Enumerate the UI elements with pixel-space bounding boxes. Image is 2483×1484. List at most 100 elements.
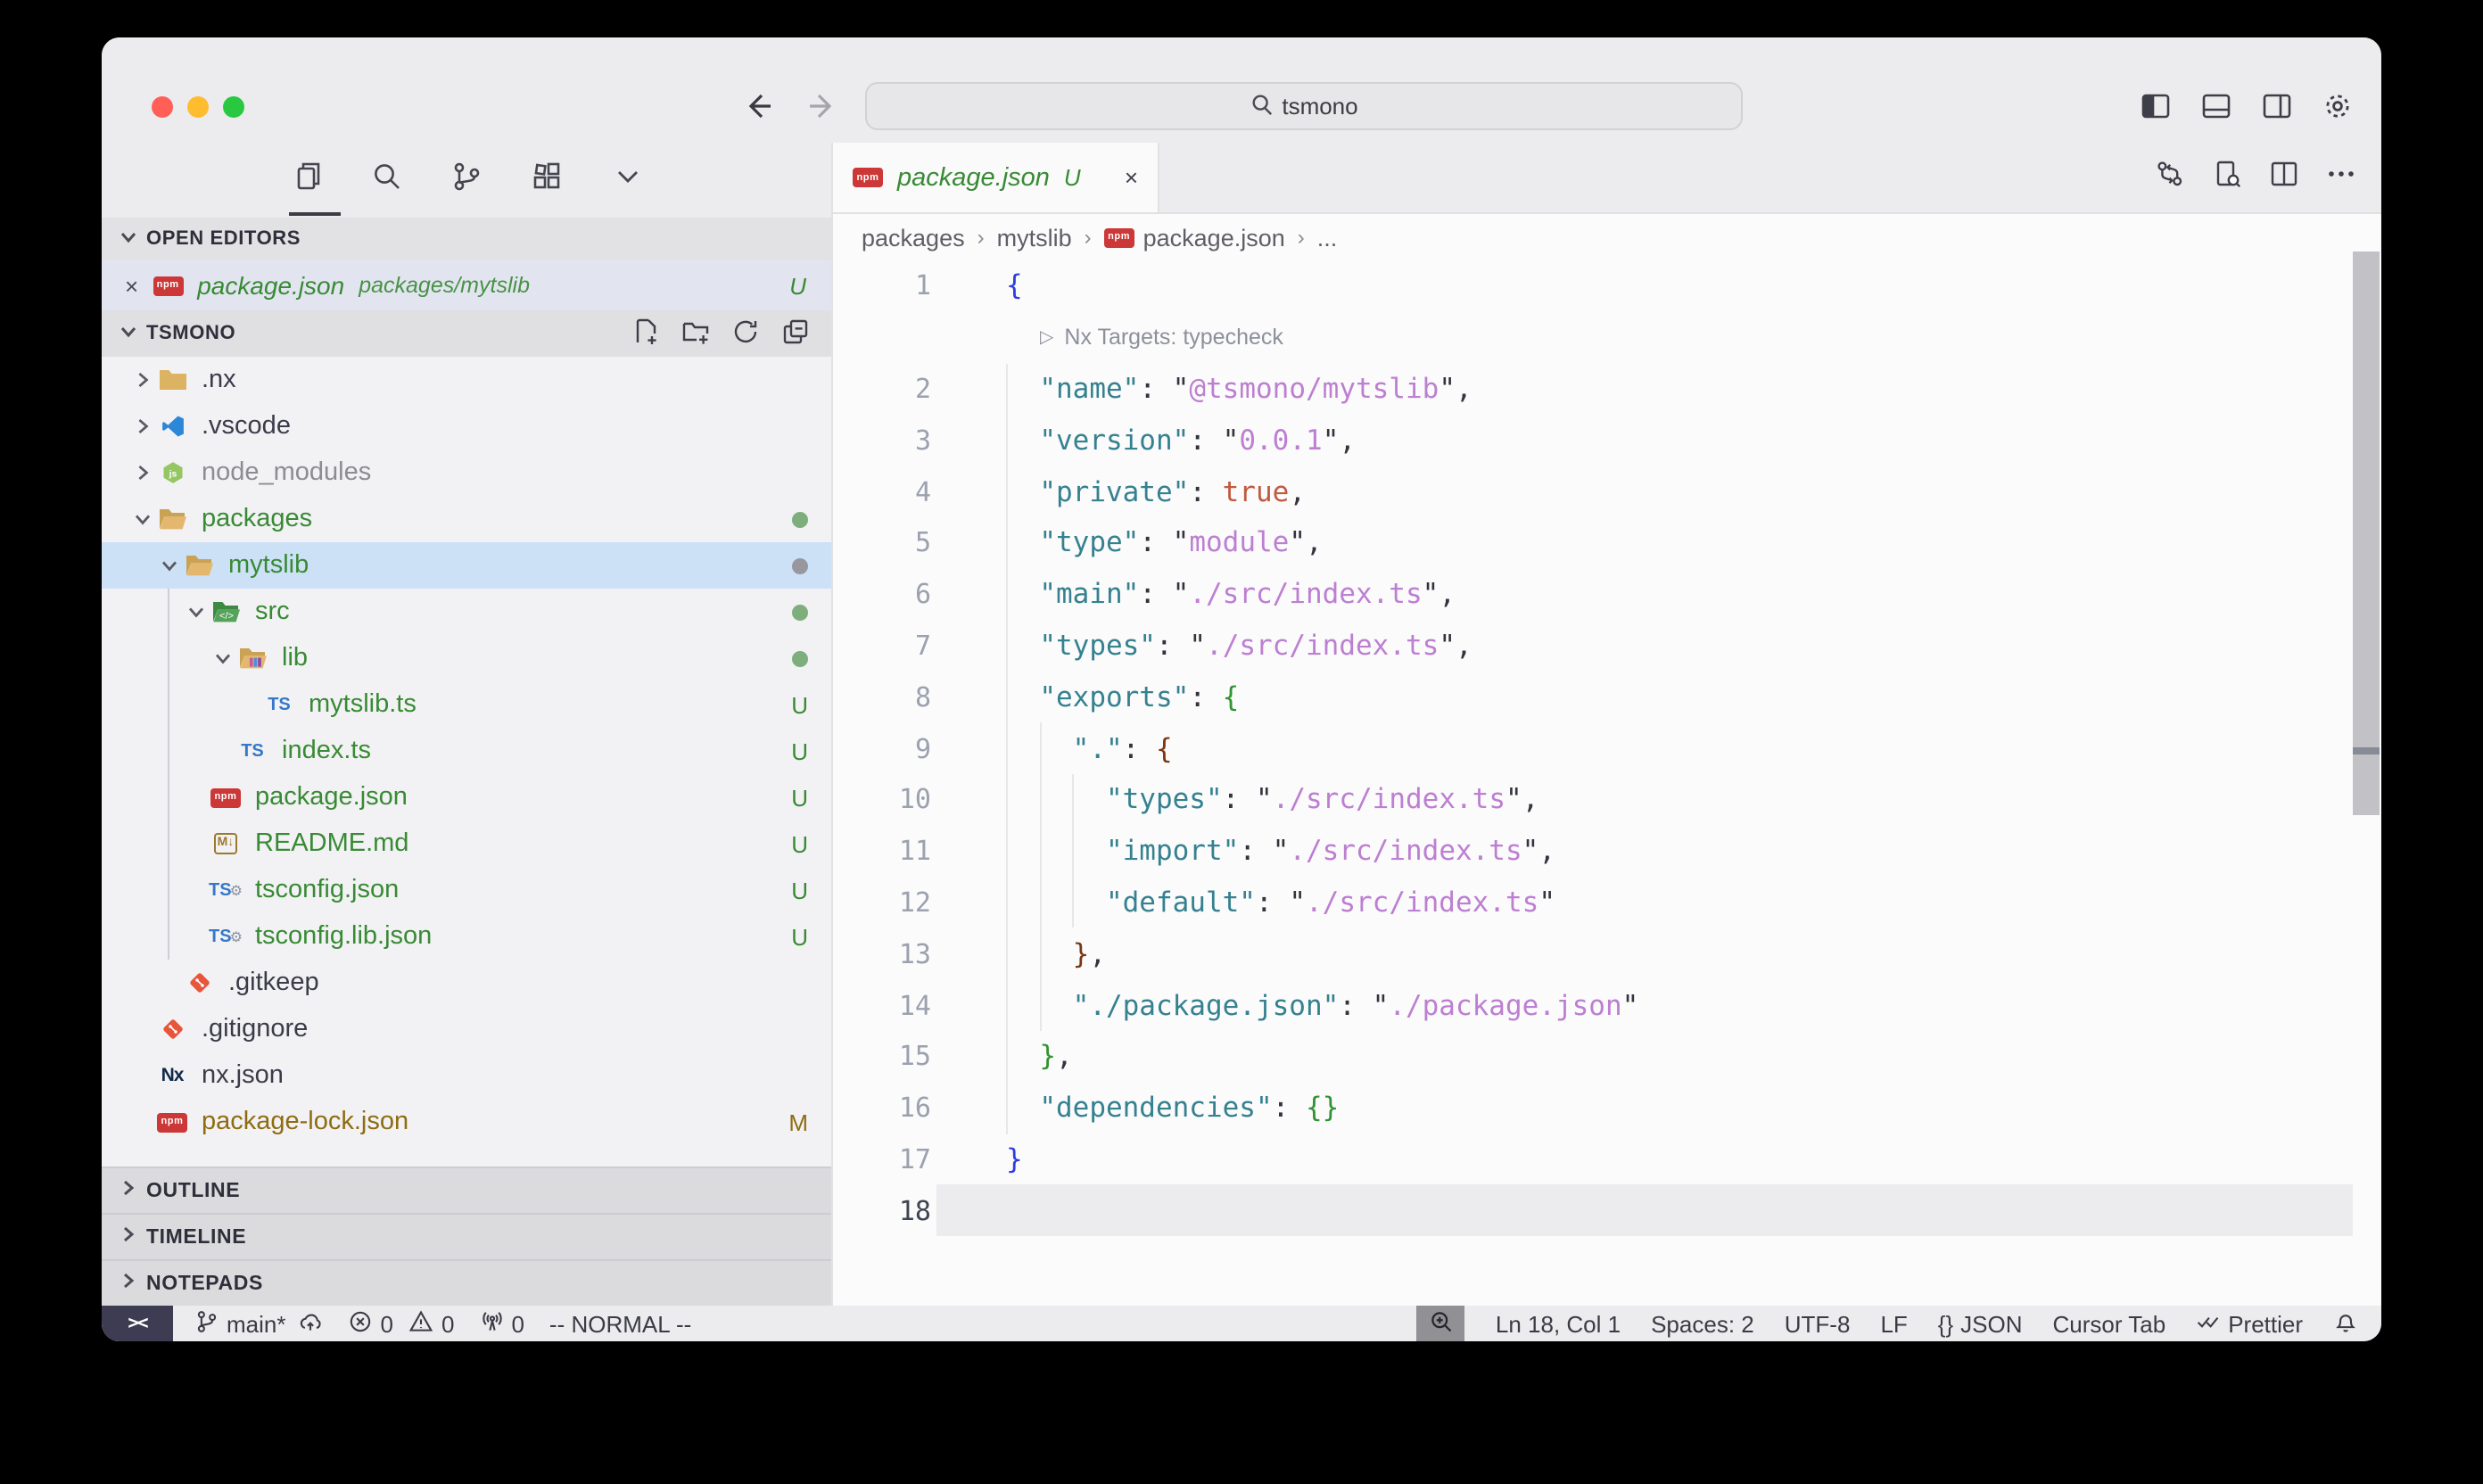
tree-item-node-modules[interactable]: jsnode_modules <box>102 449 831 496</box>
code-line-2[interactable]: 2 "name": "@tsmono/mytslib", <box>833 363 2381 415</box>
new-file-icon[interactable] <box>631 317 660 350</box>
close-window-button[interactable] <box>152 96 173 118</box>
code-line-3[interactable]: 3 "version": "0.0.1", <box>833 415 2381 466</box>
tree-item-src[interactable]: </>src <box>102 589 831 635</box>
notifications-bell-icon[interactable] <box>2333 1308 2358 1339</box>
zoom-window-button[interactable] <box>223 96 244 118</box>
branch-indicator[interactable]: main* <box>194 1308 324 1339</box>
open-editors-header[interactable]: OPEN EDITORS <box>102 218 831 260</box>
timeline-section-header[interactable]: TIMELINE <box>102 1213 831 1259</box>
tree-item-package-json[interactable]: npmpackage.jsonU <box>102 774 831 820</box>
code-text: ".": { <box>1006 732 1173 764</box>
explorer-section-header[interactable]: TSMONO <box>102 310 831 357</box>
line-number: 7 <box>833 630 931 662</box>
more-actions-icon[interactable] <box>2326 158 2356 197</box>
zoom-indicator[interactable] <box>1417 1306 1465 1341</box>
remote-indicator[interactable]: >< <box>102 1306 173 1341</box>
tab-package-json[interactable]: npm package.json U × <box>833 143 1159 212</box>
tree-item-packages[interactable]: packages <box>102 496 831 542</box>
search-view-icon[interactable] <box>371 160 403 201</box>
open-changes-icon[interactable] <box>2155 158 2185 197</box>
encoding-indicator[interactable]: UTF-8 <box>1785 1310 1851 1337</box>
editor-scrollbar[interactable] <box>2353 251 2380 815</box>
explorer-icon[interactable] <box>291 160 323 201</box>
indentation-indicator[interactable]: Spaces: 2 <box>1651 1310 1754 1337</box>
breadcrumb-item[interactable]: ... <box>1317 224 1338 251</box>
command-center-search[interactable]: tsmono <box>865 82 1743 130</box>
chevron-right-icon <box>130 417 155 435</box>
formatter-indicator[interactable]: Prettier <box>2196 1308 2303 1339</box>
tree-item-lib[interactable]: lib <box>102 635 831 681</box>
code-line-10[interactable]: 10 "types": "./src/index.ts", <box>833 774 2381 826</box>
markdown-icon: M↓ <box>209 833 243 854</box>
back-icon[interactable] <box>740 89 774 132</box>
code-line-14[interactable]: 14 "./package.json": "./package.json" <box>833 979 2381 1031</box>
tab-close-icon[interactable]: × <box>1125 164 1138 191</box>
code-line-9[interactable]: 9 ".": { <box>833 722 2381 774</box>
code-line-15[interactable]: 15 }, <box>833 1031 2381 1083</box>
tree-item-mytslib[interactable]: mytslib <box>102 542 831 589</box>
refresh-icon[interactable] <box>731 317 760 350</box>
toggle-secondary-sidebar-icon[interactable] <box>2262 91 2292 130</box>
vim-mode-indicator[interactable]: -- NORMAL -- <box>549 1310 691 1337</box>
search-in-editor-icon[interactable] <box>2212 158 2242 197</box>
code-line-4[interactable]: 4 "private": true, <box>833 466 2381 517</box>
new-folder-icon[interactable] <box>681 317 710 350</box>
eol-indicator[interactable]: LF <box>1880 1310 1907 1337</box>
language-mode[interactable]: {} JSON <box>1938 1310 2023 1337</box>
breadcrumb-item[interactable]: mytslib <box>997 224 1072 251</box>
cursor-tab-indicator[interactable]: Cursor Tab <box>2053 1310 2166 1337</box>
code-editor[interactable]: 1{▷Nx Targets: typecheck2 "name": "@tsmo… <box>833 260 2381 1306</box>
git-status-badge: U <box>789 272 806 299</box>
source-control-icon[interactable] <box>451 160 483 201</box>
code-line-16[interactable]: 16 "dependencies": {} <box>833 1083 2381 1134</box>
tree-item-readme-md[interactable]: M↓README.mdU <box>102 820 831 867</box>
chevron-right-icon <box>120 1179 137 1202</box>
toggle-primary-sidebar-icon[interactable] <box>2141 91 2171 130</box>
tree-item--vscode[interactable]: .vscode <box>102 403 831 449</box>
code-line-11[interactable]: 11 "import": "./src/index.ts", <box>833 826 2381 878</box>
code-line-18[interactable]: 18 <box>833 1185 2381 1237</box>
code-line-5[interactable]: 5 "type": "module", <box>833 517 2381 569</box>
outline-section-header[interactable]: OUTLINE <box>102 1167 831 1213</box>
more-views-chevron-icon[interactable] <box>612 160 644 201</box>
chevron-down-icon <box>130 510 155 528</box>
breadcrumb-item[interactable]: packages <box>862 224 965 251</box>
chevron-right-icon <box>130 371 155 389</box>
code-line-6[interactable]: 6 "main": "./src/index.ts", <box>833 569 2381 621</box>
typescript-icon: TS <box>235 741 269 761</box>
code-line-12[interactable]: 12 "default": "./src/index.ts" <box>833 877 2381 928</box>
npm-icon: npm <box>155 1112 189 1132</box>
ports-indicator[interactable]: 0 <box>479 1308 524 1339</box>
forward-icon[interactable] <box>806 89 840 132</box>
tree-item-tsconfig-json[interactable]: TS⚙tsconfig.jsonU <box>102 867 831 913</box>
code-line-1[interactable]: 1{ <box>833 260 2381 312</box>
code-line-8[interactable]: 8 "exports": { <box>833 672 2381 723</box>
tree-item-index-ts[interactable]: TSindex.tsU <box>102 728 831 774</box>
tree-item--nx[interactable]: .nx <box>102 357 831 403</box>
open-editor-item[interactable]: × npm package.json packages/mytslib U <box>102 260 831 310</box>
extensions-icon[interactable] <box>532 160 564 201</box>
tree-item-package-lock-json[interactable]: npmpackage-lock.jsonM <box>102 1099 831 1145</box>
minimize-window-button[interactable] <box>187 96 209 118</box>
tree-item-nx-json[interactable]: Nxnx.json <box>102 1052 831 1099</box>
tree-item--gitignore[interactable]: .gitignore <box>102 1006 831 1052</box>
collapse-folders-icon[interactable] <box>781 317 810 350</box>
code-line-7[interactable]: 7 "types": "./src/index.ts", <box>833 620 2381 672</box>
tree-item-mytslib-ts[interactable]: TSmytslib.tsU <box>102 681 831 728</box>
codelens-nx-targets[interactable]: ▷Nx Targets: typecheck <box>833 312 2381 364</box>
cursor-position[interactable]: Ln 18, Col 1 <box>1496 1310 1621 1337</box>
tree-item-tsconfig-lib-json[interactable]: TS⚙tsconfig.lib.jsonU <box>102 913 831 960</box>
close-editor-icon[interactable]: × <box>125 274 138 297</box>
nx-icon: Nx <box>155 1065 189 1086</box>
settings-gear-icon[interactable] <box>2322 91 2353 130</box>
notepads-section-header[interactable]: NOTEPADS <box>102 1259 831 1306</box>
tree-item--gitkeep[interactable]: .gitkeep <box>102 960 831 1006</box>
problems-indicator[interactable]: 0 0 <box>349 1308 455 1339</box>
search-value: tsmono <box>1282 93 1357 120</box>
toggle-panel-icon[interactable] <box>2201 91 2231 130</box>
split-editor-icon[interactable] <box>2269 158 2299 197</box>
code-line-17[interactable]: 17} <box>833 1134 2381 1185</box>
code-line-13[interactable]: 13 }, <box>833 928 2381 980</box>
breadcrumb-item[interactable]: npmpackage.json <box>1104 224 1285 251</box>
